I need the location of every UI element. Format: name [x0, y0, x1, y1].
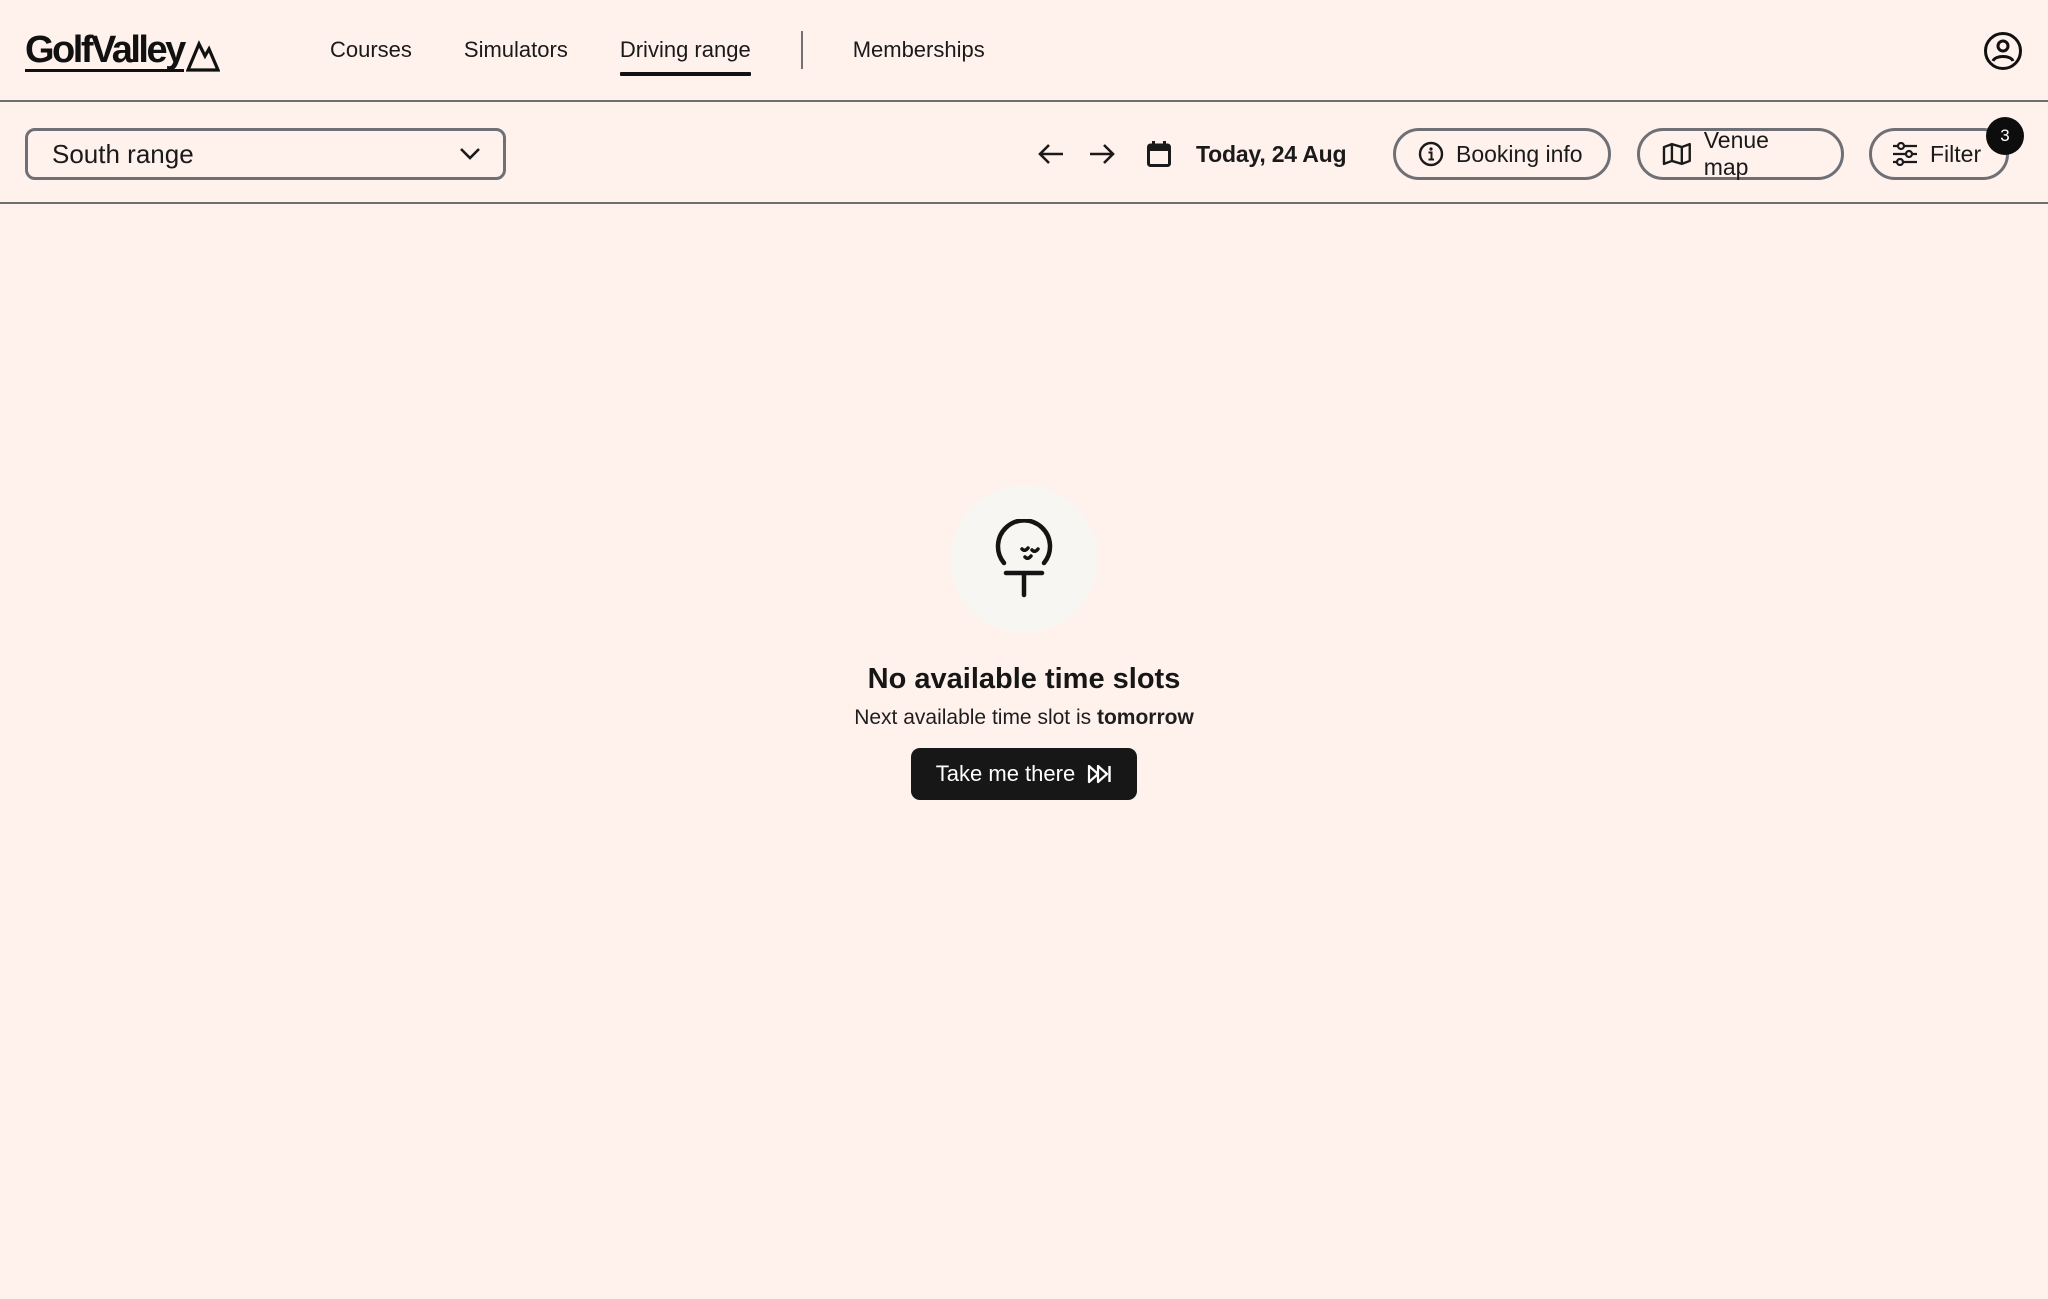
main-nav: Courses Simulators Driving range Members…: [330, 0, 1037, 100]
map-icon: [1662, 142, 1691, 166]
filter-button[interactable]: Filter 3: [1869, 117, 2024, 180]
nav-item-simulators[interactable]: Simulators: [464, 0, 568, 100]
empty-state: No available time slots Next available t…: [0, 485, 2048, 800]
user-circle-icon: [1984, 32, 2022, 70]
previous-day-button[interactable]: [1033, 136, 1069, 172]
nav-divider: [800, 31, 803, 69]
brand-logo[interactable]: GolfValley: [25, 28, 220, 72]
skip-forward-icon: [1088, 764, 1111, 784]
nav-item-label: Driving range: [619, 37, 751, 62]
nav-item-memberships[interactable]: Memberships: [853, 0, 985, 100]
nav-item-driving-range[interactable]: Driving range: [619, 0, 751, 100]
date-picker-button[interactable]: Today, 24 Aug: [1146, 130, 1347, 178]
golf-ball-on-tee-icon: [995, 519, 1053, 598]
brand-name: GolfValley: [25, 29, 186, 72]
empty-state-icon-circle: [950, 485, 1098, 633]
date-label: Today, 24 Aug: [1196, 140, 1347, 167]
empty-state-title: No available time slots: [867, 663, 1181, 695]
booking-toolbar: South range Today, 24 Aug Booking info V…: [0, 102, 2048, 204]
nav-item-courses[interactable]: Courses: [330, 0, 412, 100]
location-select[interactable]: South range: [25, 128, 506, 180]
top-header: GolfValley Courses Simulators Driving ra…: [0, 0, 2048, 102]
empty-state-subtitle: Next available time slot is tomorrow: [854, 706, 1194, 730]
mountain-icon: [185, 40, 220, 72]
arrow-left-icon: [1038, 144, 1063, 164]
chevron-down-icon: [460, 148, 480, 160]
venue-map-label: Venue map: [1703, 127, 1769, 180]
take-me-there-button[interactable]: Take me there: [910, 748, 1138, 800]
filter-count-badge: 3: [1986, 117, 2024, 155]
booking-info-label: Booking info: [1456, 140, 1583, 167]
nav-item-label: Simulators: [463, 37, 568, 62]
nav-item-label: Memberships: [852, 37, 985, 62]
nav-item-label: Courses: [330, 37, 412, 62]
calendar-icon: [1147, 141, 1171, 167]
empty-state-subtitle-text: Next available time slot is: [854, 706, 1097, 729]
account-button[interactable]: [1982, 30, 2024, 72]
arrow-right-icon: [1090, 144, 1115, 164]
empty-state-subtitle-emphasis: tomorrow: [1096, 706, 1194, 729]
venue-map-button[interactable]: Venue map: [1637, 127, 1844, 180]
location-select-value: South range: [52, 138, 194, 169]
info-icon: [1418, 141, 1444, 167]
booking-info-button[interactable]: Booking info: [1393, 128, 1611, 180]
next-day-button[interactable]: [1084, 136, 1120, 172]
filter-label: Filter: [1930, 140, 1982, 167]
sliders-icon: [1893, 142, 1917, 166]
take-me-there-label: Take me there: [935, 761, 1076, 786]
